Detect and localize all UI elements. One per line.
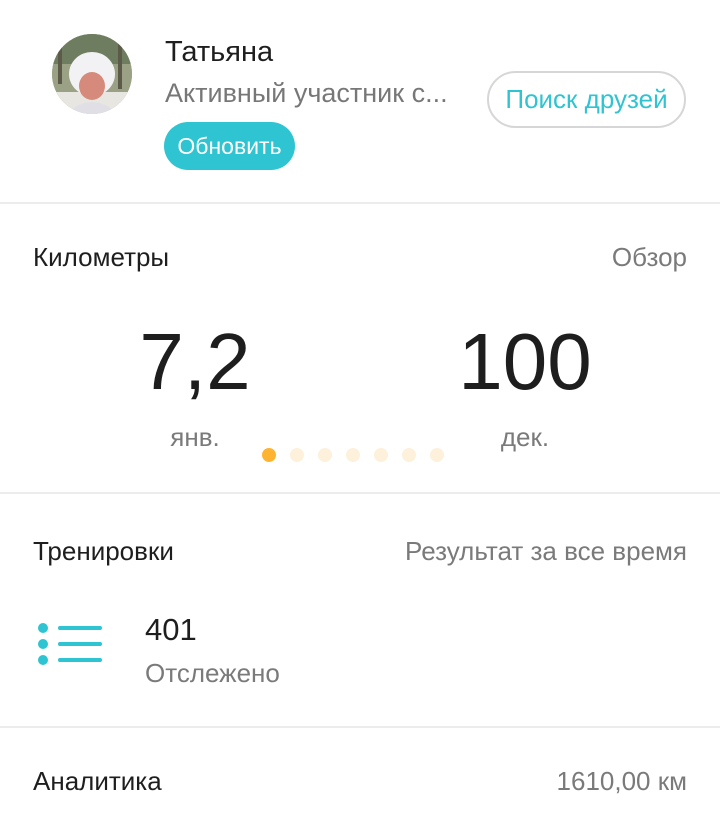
page-dot[interactable] <box>262 448 276 462</box>
all-time-results-link[interactable]: Результат за все время <box>405 536 687 567</box>
user-name: Татьяна <box>165 36 274 68</box>
user-status: Активный участник с... <box>165 78 448 108</box>
profile-header: Татьяна Активный участник с... Обновить … <box>0 0 720 202</box>
avatar[interactable] <box>52 34 132 114</box>
overview-link[interactable]: Обзор <box>612 242 687 273</box>
analytics-title: Аналитика <box>33 766 162 796</box>
kilometers-january-value: 7,2 <box>139 317 251 406</box>
analytics-value: 1610,00 км <box>556 766 687 796</box>
page-dot[interactable] <box>402 448 416 462</box>
workouts-title: Тренировки <box>33 536 174 566</box>
kilometers-january-label: янв. <box>170 422 220 452</box>
workouts-card[interactable]: Тренировки Результат за все время 401 От… <box>0 494 720 726</box>
find-friends-button[interactable]: Поиск друзей <box>487 71 686 128</box>
page-dot[interactable] <box>374 448 388 462</box>
page-dot[interactable] <box>346 448 360 462</box>
kilometers-title: Километры <box>33 242 170 272</box>
kilometers-december-label: дек. <box>500 422 550 452</box>
workouts-count: 401 <box>145 612 197 647</box>
page-dot[interactable] <box>430 448 444 462</box>
update-button[interactable]: Обновить <box>164 122 295 170</box>
page-indicator[interactable] <box>262 448 444 462</box>
avatar-photo-icon <box>52 34 132 114</box>
kilometers-december-value: 100 <box>458 317 592 406</box>
page-dot[interactable] <box>318 448 332 462</box>
list-icon <box>38 618 102 670</box>
page-dot[interactable] <box>290 448 304 462</box>
kilometers-card[interactable]: Километры Обзор 7,2 янв. 100 дек. <box>0 204 720 492</box>
analytics-row[interactable]: Аналитика 1610,00 км <box>0 728 720 825</box>
workouts-count-label: Отслежено <box>145 658 280 688</box>
